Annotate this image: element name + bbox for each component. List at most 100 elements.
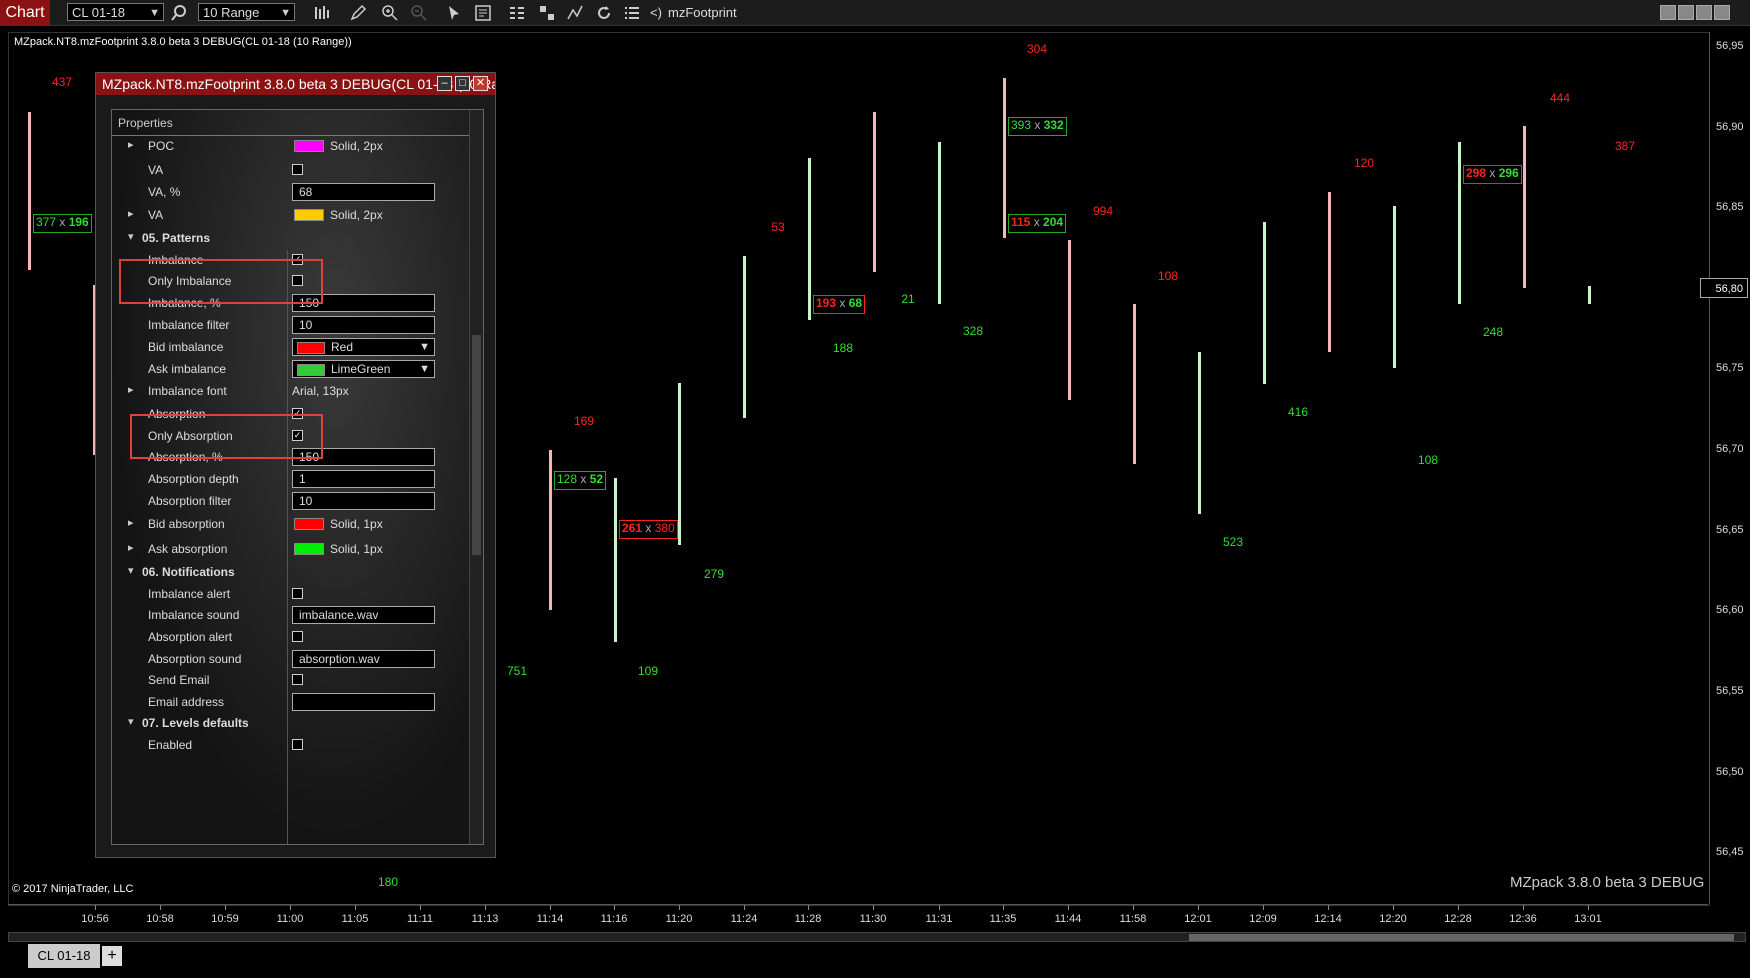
row-value: Solid, 2px [330, 139, 383, 153]
email-address-input[interactable] [292, 693, 435, 711]
drawing-tools-icon[interactable] [538, 4, 556, 22]
window-close-icon[interactable] [1714, 5, 1730, 20]
row-va-style[interactable]: ▸ VA Solid, 2px [112, 204, 469, 226]
bar-type-select[interactable]: 10 Range ▼ [198, 3, 295, 21]
time-axis[interactable] [8, 904, 1708, 905]
time-label: 11:31 [925, 913, 953, 925]
section-notifications[interactable]: ▾ 06. Notifications [112, 561, 469, 583]
section-patterns[interactable]: ▾ 05. Patterns [112, 227, 469, 249]
scrollbar-thumb[interactable] [472, 335, 481, 555]
indicators-icon[interactable] [566, 4, 584, 22]
row-absorption-sound[interactable]: Absorption sound absorption.wav [112, 648, 469, 670]
instrument-tab[interactable]: CL 01-18 [28, 944, 100, 968]
row-ask-imbalance[interactable]: Ask imbalance LimeGreen ▼ [112, 358, 469, 380]
row-va-pct[interactable]: VA, % 68 [112, 181, 469, 203]
dialog-minimize-icon[interactable]: – [437, 76, 452, 91]
price-label: 56,50 [1716, 766, 1744, 778]
range-bar [549, 450, 552, 610]
imbalance-alert-checkbox[interactable] [292, 588, 303, 599]
scrollbar-thumb[interactable] [1189, 934, 1734, 941]
ask-imbalance-select[interactable]: LimeGreen ▼ [292, 360, 435, 378]
row-enabled[interactable]: Enabled [112, 734, 469, 756]
properties-icon[interactable] [474, 4, 492, 22]
range-bar [1588, 286, 1591, 304]
dialog-close-icon[interactable]: ✕ [473, 76, 488, 91]
bid-value: 193 [816, 296, 837, 310]
window-minimize-icon[interactable] [1678, 5, 1694, 20]
time-label: 11:44 [1054, 913, 1082, 925]
volume-label: 523 [1222, 535, 1244, 549]
absorption-depth-input[interactable]: 1 [292, 470, 435, 488]
add-tab-button[interactable]: + [102, 946, 122, 966]
absorption-sound-input[interactable]: absorption.wav [292, 650, 435, 668]
row-imbalance-alert[interactable]: Imbalance alert [112, 583, 469, 605]
chevron-down-icon: ▼ [149, 7, 160, 19]
section-label: 06. Notifications [142, 565, 235, 579]
zoom-in-icon[interactable] [381, 4, 399, 22]
time-label: 13:01 [1574, 913, 1602, 925]
chart-tab[interactable]: Chart [0, 0, 50, 25]
row-absorption-depth[interactable]: Absorption depth 1 [112, 468, 469, 490]
row-send-email[interactable]: Send Email [112, 669, 469, 691]
volume-label: 994 [1092, 204, 1114, 218]
list-icon[interactable] [623, 4, 641, 22]
back-arrow-icon[interactable]: <) [650, 5, 662, 20]
imbalance-sound-input[interactable]: imbalance.wav [292, 606, 435, 624]
expand-arrow-icon[interactable]: ▸ [128, 383, 134, 396]
time-label: 12:36 [1509, 913, 1537, 925]
expand-arrow-icon[interactable]: ▸ [128, 138, 134, 151]
absorption-filter-input[interactable]: 10 [292, 492, 435, 510]
collapse-arrow-icon[interactable]: ▾ [128, 564, 134, 577]
instrument-select[interactable]: CL 01-18 ▼ [67, 3, 164, 21]
time-label: 12:01 [1184, 913, 1212, 925]
volume-label: 304 [1026, 42, 1048, 56]
bid-imbalance-select[interactable]: Red ▼ [292, 338, 435, 356]
dialog-maximize-icon[interactable]: □ [455, 76, 470, 91]
row-bid-absorption[interactable]: ▸ Bid absorption Solid, 1px [112, 513, 469, 535]
row-va[interactable]: VA [112, 159, 469, 181]
search-icon[interactable] [170, 4, 188, 22]
section-levels[interactable]: ▾ 07. Levels defaults [112, 712, 469, 734]
expand-arrow-icon[interactable]: ▸ [128, 207, 134, 220]
enabled-checkbox[interactable] [292, 739, 303, 750]
collapse-arrow-icon[interactable]: ▾ [128, 715, 134, 728]
row-imbalance-filter[interactable]: Imbalance filter 10 [112, 314, 469, 336]
expand-arrow-icon[interactable]: ▸ [128, 516, 134, 529]
expand-arrow-icon[interactable]: ▸ [128, 541, 134, 554]
va-pct-input[interactable]: 68 [292, 183, 435, 201]
absorption-alert-checkbox[interactable] [292, 631, 303, 642]
dialog-title: MZpack.NT8.mzFootprint 3.8.0 beta 3 DEBU… [96, 73, 495, 95]
row-absorption-filter[interactable]: Absorption filter 10 [112, 490, 469, 512]
send-email-checkbox[interactable] [292, 674, 303, 685]
properties-scrollbar[interactable] [469, 110, 483, 844]
bid-value: 377 [36, 215, 57, 229]
time-tick [939, 905, 940, 910]
imbalance-filter-input[interactable]: 10 [292, 316, 435, 334]
row-label: Imbalance alert [148, 587, 231, 601]
pointer-icon[interactable] [445, 4, 463, 22]
color-swatch [297, 364, 325, 376]
va-checkbox[interactable] [292, 164, 303, 175]
window-tile-icon[interactable] [1660, 5, 1676, 20]
row-email-address[interactable]: Email address [112, 691, 469, 713]
watermark-text: MZpack 3.8.0 beta 3 DEBUG [1510, 874, 1705, 891]
time-label: 11:14 [536, 913, 564, 925]
bar-style-icon[interactable] [313, 4, 331, 22]
properties-grid: Properties ▸ POC Solid, 2px VA VA, % 68 ▸ VA… [111, 109, 484, 845]
row-poc[interactable]: ▸ POC Solid, 2px [112, 135, 469, 157]
row-imbalance-sound[interactable]: Imbalance sound imbalance.wav [112, 604, 469, 626]
window-maximize-icon[interactable] [1696, 5, 1712, 20]
row-ask-absorption[interactable]: ▸ Ask absorption Solid, 1px [112, 538, 469, 560]
chart-scrollbar[interactable] [8, 932, 1746, 942]
time-label: 11:58 [1119, 913, 1147, 925]
collapse-arrow-icon[interactable]: ▾ [128, 230, 134, 243]
row-bid-imbalance[interactable]: Bid imbalance Red ▼ [112, 336, 469, 358]
pencil-icon[interactable] [349, 4, 367, 22]
strategies-icon[interactable] [508, 4, 526, 22]
row-imbalance-font[interactable]: ▸ Imbalance font Arial, 13px [112, 380, 469, 402]
reload-icon[interactable] [595, 4, 613, 22]
highlight-absorption [130, 414, 323, 459]
row-absorption-alert[interactable]: Absorption alert [112, 626, 469, 648]
zoom-out-icon[interactable] [410, 4, 428, 22]
chevron-down-icon: ▼ [419, 363, 430, 375]
